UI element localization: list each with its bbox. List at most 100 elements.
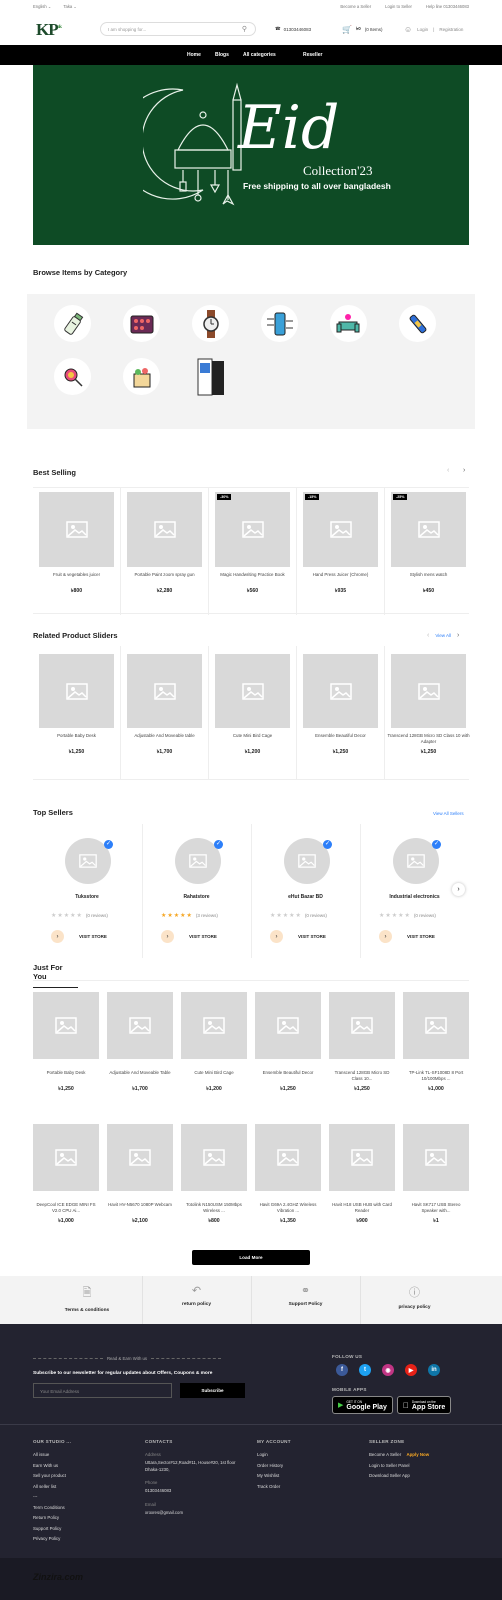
product-card[interactable]: Fruit & vegetables juicer ৳800 xyxy=(33,492,120,596)
product-name[interactable]: Fruit & vegetables juicer xyxy=(33,572,120,584)
footer-link[interactable]: Earn With us xyxy=(33,1461,71,1472)
support-policy-link[interactable]: ⚭ Support Policy xyxy=(251,1276,359,1324)
chevron-right-icon[interactable]: › xyxy=(463,467,465,474)
privacy-policy-link[interactable]: ⓘ privacy policy xyxy=(360,1276,468,1324)
language-select[interactable]: English ⌄ xyxy=(33,4,51,9)
category-grocery[interactable] xyxy=(123,358,160,395)
product-image[interactable] xyxy=(181,992,247,1059)
seller-avatar[interactable]: ✓ xyxy=(65,838,113,884)
product-image[interactable] xyxy=(181,1124,247,1191)
product-card[interactable]: Adjustable And Moveable table ৳1,700 xyxy=(121,654,208,757)
become-seller-link[interactable]: Become a Seller xyxy=(340,4,371,9)
product-name[interactable]: Ensemble Beautiful Decor xyxy=(297,733,384,745)
footer-link[interactable]: Login to Seller Panel xyxy=(369,1461,429,1472)
footer-link[interactable]: Support Policy xyxy=(33,1524,71,1535)
product-card[interactable]: TP-Link TL-SF1008D 8 Port 10/100Mbps ...… xyxy=(403,992,469,1094)
nav-all-categories[interactable]: All categories xyxy=(243,52,276,58)
seller-name[interactable]: eHut Bazar BD xyxy=(252,894,359,900)
cart[interactable]: 🛒 ৳0 (0 Items) xyxy=(342,25,382,34)
view-all-sellers-link[interactable]: View All Sellers xyxy=(433,811,464,816)
product-card[interactable]: Havit G69A 2.4GHZ Wireless Vibration ...… xyxy=(255,1124,321,1226)
footer-link[interactable]: Login xyxy=(257,1450,291,1461)
product-name[interactable]: TP-Link TL-SF1008D 8 Port 10/100Mbps ... xyxy=(403,1070,469,1082)
footer-link[interactable]: Sell your product xyxy=(33,1471,71,1482)
twitter-icon[interactable]: t xyxy=(359,1364,371,1376)
product-card[interactable]: Ensemble Beautiful Decor ৳1,250 xyxy=(297,654,384,757)
visit-store-button[interactable]: › VISIT STORE xyxy=(379,930,435,943)
instagram-icon[interactable]: ◉ xyxy=(382,1364,394,1376)
product-image[interactable] xyxy=(255,992,321,1059)
product-image[interactable] xyxy=(39,654,114,728)
product-image[interactable]: -30% xyxy=(215,492,290,567)
product-card[interactable]: -30% Magic Handwriting Practice Book ৳56… xyxy=(209,492,296,596)
product-image[interactable]: -25% xyxy=(391,492,466,567)
product-image[interactable] xyxy=(329,1124,395,1191)
product-name[interactable]: Transcend 128GB Micro SD Class 10... xyxy=(329,1070,395,1082)
youtube-icon[interactable]: ▶ xyxy=(405,1364,417,1376)
login-seller-link[interactable]: Login to Seller xyxy=(385,4,412,9)
product-card[interactable]: Totolink N150USM 150Mbps Wireless ... ৳80… xyxy=(181,1124,247,1226)
product-name[interactable]: Havit H18 USB HUB with Card Reader xyxy=(329,1202,395,1214)
footer-link[interactable]: All seller list xyxy=(33,1482,71,1493)
product-image[interactable] xyxy=(215,654,290,728)
register-link[interactable]: Registration xyxy=(439,27,463,32)
view-all-link[interactable]: View All xyxy=(435,633,451,638)
chevron-left-icon[interactable]: ‹ xyxy=(447,467,449,474)
seller-card[interactable]: ✓ Rahatstore ★★★★★ (3 reviews) › VISIT STO… xyxy=(142,824,250,958)
product-image[interactable] xyxy=(403,992,469,1059)
seller-avatar[interactable]: ✓ xyxy=(175,838,223,884)
seller-avatar[interactable]: ✓ xyxy=(284,838,332,884)
product-name[interactable]: DeepCool ICE EDGE MINI FS V2.0 CPU Ai... xyxy=(33,1202,99,1214)
product-card[interactable]: Ensemble Beautiful Decor ৳1,250 xyxy=(255,992,321,1094)
product-card[interactable]: Transcend 128GB Micro SD Class 10 with A… xyxy=(385,654,472,757)
product-card[interactable]: Havit SK717 USB Stereo Speaker with... ৳1 xyxy=(403,1124,469,1226)
product-card[interactable]: -15% Hand Press Juicer (Chrome) ৳935 xyxy=(297,492,384,596)
footer-email[interactable]: xroxres@gmail.com xyxy=(145,1510,245,1515)
product-card[interactable]: DeepCool ICE EDGE MINI FS V2.0 CPU Ai...… xyxy=(33,1124,99,1226)
product-card[interactable]: Portable Baby Desk ৳1,250 xyxy=(33,992,99,1094)
product-image[interactable] xyxy=(33,1124,99,1191)
linkedin-icon[interactable]: in xyxy=(428,1364,440,1376)
product-name[interactable]: Havit HV-N5670 1080P Webcam xyxy=(107,1202,173,1214)
product-name[interactable]: Ensemble Beautiful Decor xyxy=(255,1070,321,1082)
product-card[interactable]: -25% Stylish mens watch ৳450 xyxy=(385,492,472,596)
category-cosmetics[interactable] xyxy=(123,305,160,342)
product-image[interactable]: -15% xyxy=(303,492,378,567)
facebook-icon[interactable]: f xyxy=(336,1364,348,1376)
footer-link[interactable]: Privacy Policy xyxy=(33,1534,71,1545)
category-furniture[interactable] xyxy=(330,305,367,342)
apply-now-link[interactable]: Apply Now xyxy=(406,1452,429,1457)
product-image[interactable] xyxy=(303,654,378,728)
app-store-button[interactable]: Download on theApp Store xyxy=(396,1396,452,1414)
become-seller-link[interactable]: Become A Seller xyxy=(369,1452,401,1457)
return-policy-link[interactable]: ↶ return policy xyxy=(142,1276,250,1324)
product-image[interactable] xyxy=(127,492,202,567)
terms-link[interactable]: 🗎 Terms & conditions xyxy=(33,1276,141,1324)
product-name[interactable]: Adjustable And Moveable Table xyxy=(107,1070,173,1082)
product-card[interactable]: Havit H18 USB HUB with Card Reader ৳900 xyxy=(329,1124,395,1226)
product-card[interactable]: Transcend 128GB Micro SD Class 10... ৳1,2… xyxy=(329,992,395,1094)
become-seller-row[interactable]: Become A Seller Apply Now xyxy=(369,1450,429,1461)
footer-link[interactable]: Track Order xyxy=(257,1482,291,1493)
seller-name[interactable]: Rahatstore xyxy=(143,894,250,900)
category-baby[interactable] xyxy=(54,305,91,342)
product-name[interactable]: Adjustable And Moveable table xyxy=(121,733,208,745)
google-play-button[interactable]: ▶ GET IT ON Google Play xyxy=(332,1396,393,1414)
footer-link[interactable]: All issue xyxy=(33,1450,71,1461)
product-name[interactable]: Hand Press Juicer (Chrome) xyxy=(297,572,384,584)
nav-blogs[interactable]: Blogs xyxy=(215,52,229,58)
category-watch[interactable] xyxy=(192,305,229,342)
product-name[interactable]: Portable Paint zoom spray gun xyxy=(121,572,208,584)
chevron-right-icon[interactable]: › xyxy=(457,632,459,639)
product-image[interactable] xyxy=(127,654,202,728)
chevron-right-icon[interactable]: › xyxy=(452,883,465,896)
nav-home[interactable]: Home xyxy=(187,52,201,58)
load-more-button[interactable]: Load More xyxy=(192,1250,310,1265)
hero-banner[interactable]: Eid Collection'23 Free shipping to all o… xyxy=(33,65,469,245)
product-image[interactable] xyxy=(33,992,99,1059)
search-icon[interactable]: ⚲ xyxy=(242,25,247,33)
category-tools[interactable] xyxy=(399,305,436,342)
nav-reseller[interactable]: Reseller xyxy=(303,52,322,58)
product-name[interactable]: Cute Mini Bird Cage xyxy=(209,733,296,745)
product-name[interactable]: Portable Baby Desk xyxy=(33,733,120,745)
